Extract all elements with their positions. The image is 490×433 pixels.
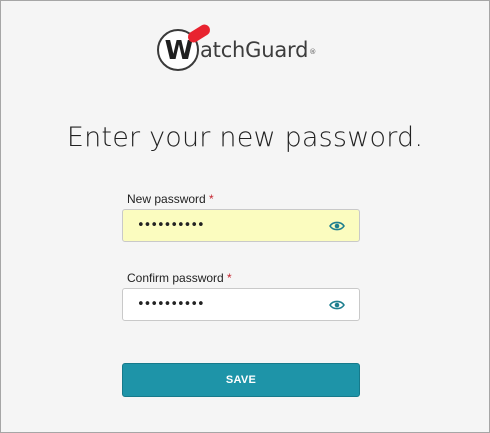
confirm-password-value[interactable]: •••••••••• [137, 297, 329, 312]
logo-text: atchGuard [200, 38, 309, 62]
new-password-label-text: New password [127, 192, 206, 206]
page-title: Enter your new password. [66, 122, 424, 153]
confirm-password-label-text: Confirm password [127, 271, 224, 285]
confirm-password-field[interactable]: •••••••••• [122, 288, 360, 321]
required-marker: * [227, 271, 232, 285]
new-password-label: New password * [127, 192, 214, 206]
eye-icon[interactable] [329, 220, 345, 232]
required-marker: * [209, 192, 214, 206]
logo-trademark: ® [309, 48, 317, 56]
confirm-password-label: Confirm password * [127, 271, 232, 285]
login-page: W atchGuard ® Enter your new password. N… [0, 0, 490, 433]
eye-icon[interactable] [329, 299, 345, 311]
new-password-value[interactable]: •••••••••• [137, 218, 329, 233]
watchguard-logo: W atchGuard ® [157, 22, 317, 73]
save-button[interactable]: SAVE [122, 363, 360, 397]
new-password-field[interactable]: •••••••••• [122, 209, 360, 242]
logo-mark: W [157, 22, 213, 71]
